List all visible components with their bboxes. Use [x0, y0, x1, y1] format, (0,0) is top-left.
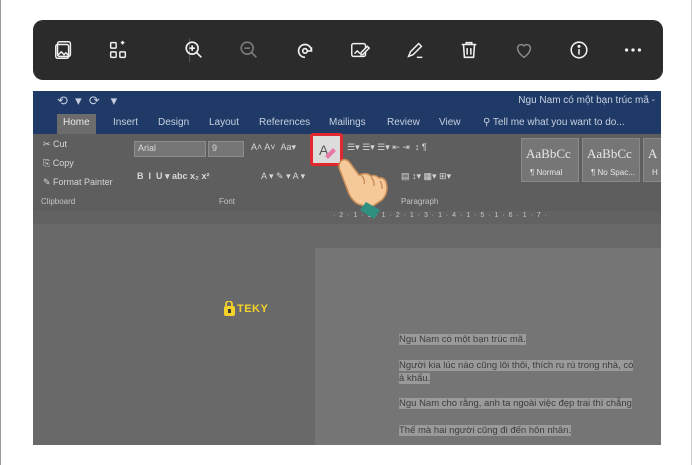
tab-references: References [259, 117, 311, 128]
tell-me-box: ⚲ Tell me what you want to do... [483, 117, 625, 128]
pointing-hand-icon [338, 158, 388, 219]
document-title: Ngu Nam có một bạn trúc mã - [518, 95, 655, 106]
doc-line-text: Ngu Nam cho rằng, anh ta ngoài việc đẹp … [399, 398, 632, 409]
ribbon-tabs: Home Insert Design Layout References Mai… [33, 112, 661, 134]
font-name-box: Arial [134, 141, 206, 157]
cut-label: Cut [53, 139, 68, 149]
cut-item: ✂ Cut [43, 139, 68, 149]
tab-mailings: Mailings [329, 117, 366, 128]
copy-label: Copy [52, 158, 74, 168]
font-style-icons: B I U ▾ abc x₂ x² [137, 171, 210, 181]
word-screenshot: ⟲ ▾ ⟳ ▾ Ngu Nam có một bạn trúc mã - Hom… [33, 91, 661, 445]
undo-redo-icon: ⟲ ▾ ⟳ ▾ [57, 93, 118, 108]
info-icon[interactable] [567, 38, 591, 62]
more-icon[interactable] [621, 38, 645, 62]
doc-line-text: Ngu Nam có một bạn trúc mã. [399, 334, 526, 345]
doc-line-text: Người kia lúc nào cũng lôi thôi, thích r… [399, 360, 634, 371]
edit-image-icon[interactable] [348, 38, 372, 62]
font-grow-shrink-icons: A˄ A˅ Aa▾ [251, 142, 297, 152]
word-titlebar: ⟲ ▾ ⟳ ▾ Ngu Nam có một bạn trúc mã - [33, 91, 661, 112]
doc-line-text: ả khẩu. [399, 373, 431, 384]
teky-logo-icon [224, 301, 235, 316]
left-border [0, 0, 1, 465]
font-name-value: Arial [138, 143, 157, 153]
format-painter-item: ✎ Format Painter [43, 177, 113, 187]
font-group-label: Font [219, 197, 236, 206]
tell-me-text: Tell me what you want to do... [492, 117, 625, 128]
tab-layout: Layout [209, 117, 240, 128]
style-heading: A H [643, 138, 661, 182]
font-color-icons: A ▾ ✎ ▾ A ▾ [261, 171, 306, 181]
doc-line: Ngu Nam có một bạn trúc mã. [399, 334, 526, 345]
heart-icon[interactable] [512, 38, 536, 62]
image-icon[interactable] [52, 38, 76, 62]
doc-line: Ngu Nam cho rằng, anh ta ngoài việc đẹp … [399, 398, 632, 409]
style-no-spacing-name: ¶ No Spac... [591, 168, 635, 177]
style-no-spacing: AaBbCc ¶ No Spac... [582, 138, 640, 182]
doc-line: Thế mà hai người cũng đi đến hôn nhân. [399, 425, 572, 436]
viewer-toolbar [33, 20, 663, 80]
tab-insert: Insert [113, 117, 139, 128]
teky-watermark: TEKY [223, 299, 268, 319]
doc-line: Người kia lúc nào cũng lôi thôi, thích r… [399, 360, 634, 371]
zoom-in-icon[interactable] [182, 38, 206, 62]
tab-design: Design [158, 117, 190, 128]
tab-review: Review [387, 117, 420, 128]
clipboard-group-label: Clipboard [41, 197, 76, 206]
list-icons: ☰▾ ☰▾ ☰▾ ⇤ ⇥ ↕ ¶ [347, 142, 427, 152]
style-heading-name: H [652, 168, 658, 177]
style-normal-sample: AaBbCc [526, 146, 571, 161]
document-page [315, 248, 661, 445]
font-size-box: 9 [208, 141, 244, 157]
paragraph-group-label: Paragraph [401, 197, 439, 206]
style-normal: AaBbCc ¶ Normal [521, 138, 579, 182]
font-size-value: 9 [212, 143, 218, 153]
draw-icon[interactable] [403, 38, 427, 62]
rotate-icon[interactable] [293, 38, 317, 62]
teky-watermark-text: TEKY [237, 303, 269, 315]
style-heading-sample: A [648, 146, 658, 161]
delete-icon[interactable] [457, 38, 481, 62]
doc-line-text: Thế mà hai người cũng đi đến hôn nhân. [399, 425, 572, 436]
format-painter-label: Format Painter [53, 177, 113, 187]
style-no-spacing-sample: AaBbCc [587, 146, 632, 161]
tab-home: Home [57, 114, 96, 134]
doc-line: ả khẩu. [399, 373, 431, 384]
style-normal-name: ¶ Normal [530, 168, 563, 177]
tab-view: View [439, 117, 461, 128]
zoom-out-icon[interactable] [237, 38, 261, 62]
copy-item: ⎘ Copy [43, 158, 74, 168]
paragraph-icons: ▤ ↕▾ ▦▾ ⊞▾ [401, 171, 452, 181]
collection-icon[interactable] [106, 38, 130, 62]
